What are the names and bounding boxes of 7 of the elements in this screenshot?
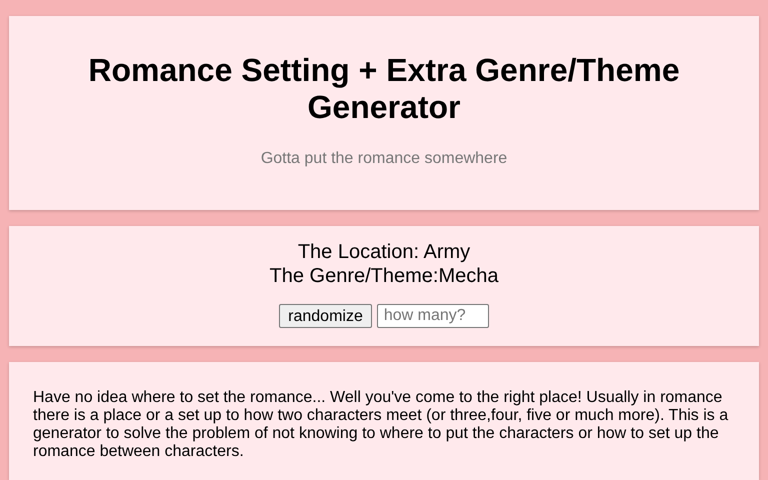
result-line: The Genre/Theme:Mecha bbox=[270, 264, 498, 288]
page-title: Romance Setting + Extra Genre/Theme Generator bbox=[87, 52, 681, 126]
description-text: Have no idea where to set the romance... Well you've come to the right place! Usually in romance there is a place or a set up to how two characters meet (or three,four, five or much more). This is a generator to solve the problem of not knowing to where to put the characters or how to set up the romance between characters. bbox=[33, 389, 730, 461]
randomize-button[interactable]: randomize bbox=[279, 304, 372, 328]
subtitle: Gotta put the romance somewhere bbox=[260, 149, 508, 169]
result-line: The Location: Army bbox=[298, 240, 470, 264]
count-field[interactable]: how many? bbox=[376, 304, 489, 328]
